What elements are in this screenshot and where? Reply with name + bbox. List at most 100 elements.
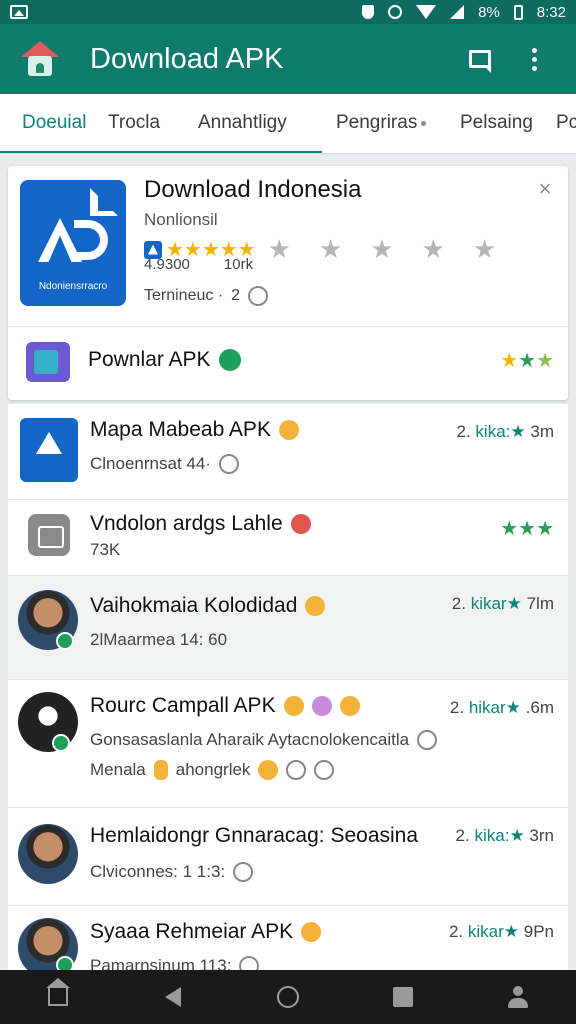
item-subtitle-2b: ahongrlek	[175, 760, 251, 779]
item-title: Mapa Mabeab APK	[90, 418, 271, 441]
item-meta: 2. kikar★ 9Pn	[448, 922, 554, 941]
item-title: Vaihokmaia Kolodidad	[90, 594, 298, 617]
message-button[interactable]	[458, 37, 502, 81]
promo-label: Pownlar APK	[88, 348, 211, 371]
item-subtitle-2: Menala	[90, 760, 146, 779]
more-vert-icon	[531, 47, 537, 71]
app-logo-icon[interactable]	[20, 39, 60, 79]
emoji-icon	[283, 696, 304, 716]
verified-icon	[52, 734, 70, 752]
tab-2[interactable]: Annahtligy	[198, 94, 287, 152]
info-icon	[417, 730, 438, 750]
emoji-icon	[339, 696, 360, 716]
item-meta: 2. hikar★ .6m	[449, 698, 554, 717]
featured-stats: 4.9300 10rk	[144, 256, 253, 273]
home-icon	[45, 978, 70, 1006]
clock: 8:32	[536, 3, 566, 21]
nav-back-button[interactable]	[151, 975, 195, 1019]
tab-indicator	[0, 151, 322, 153]
verified-icon	[56, 956, 74, 970]
list-item[interactable]: Mapa Mabeab APK Clnoenrnsat 44· 2. kika:…	[8, 404, 568, 500]
app-icon	[20, 418, 78, 482]
item-subtitle: Pamarnsinum 113:	[90, 956, 232, 970]
wifi-icon	[416, 5, 437, 19]
featured-title[interactable]: Download Indonesia	[144, 176, 362, 204]
promo-rating: ★★★	[500, 348, 554, 373]
tab-3[interactable]: Pengriras	[336, 94, 427, 152]
emoji-icon	[311, 696, 332, 716]
system-nav-bar	[0, 970, 576, 1024]
emoji-icon	[286, 760, 307, 780]
refresh-icon	[218, 349, 241, 371]
overflow-menu-button[interactable]	[512, 37, 556, 81]
clock-icon	[218, 454, 239, 474]
message-icon	[469, 50, 491, 73]
shield-icon	[362, 5, 375, 19]
item-meta: 2. kika:★ 3rn	[455, 826, 554, 845]
nav-recents-button[interactable]	[381, 975, 425, 1019]
list-item[interactable]: Rourc Campall APK Gonsasaslanla Aharaik …	[8, 680, 568, 808]
featured-size: 10rk	[223, 256, 254, 273]
star-icon: ★	[536, 350, 554, 372]
featured-app-logo[interactable]: Ndoniensrracro	[20, 180, 126, 306]
mute-icon	[388, 5, 403, 19]
battery-icon	[513, 4, 523, 20]
avatar	[18, 824, 78, 884]
status-bar: 8% 8:32	[0, 0, 576, 24]
tab-bar: Doeuial Trocla Annahtligy Pengriras Pels…	[0, 94, 576, 154]
verified-icon	[56, 632, 74, 650]
featured-meta-label: Ternineuc ·	[144, 287, 224, 304]
grey-stars: ★★★★★	[267, 234, 525, 264]
emoji-icon	[278, 420, 299, 440]
nav-profile-button[interactable]	[496, 975, 540, 1019]
square-icon	[393, 987, 414, 1007]
item-subtitle: Clviconnes: 1 1:3:	[90, 862, 226, 881]
app-bar: Download APK	[0, 24, 576, 94]
back-icon	[164, 987, 181, 1007]
item-title: Syaaa Rehmeiar APK	[90, 920, 294, 943]
nav-circle-button[interactable]	[266, 975, 310, 1019]
item-title: Hemlaidongr Gnnaracag: Seoasina	[90, 824, 419, 847]
app-title: Download APK	[90, 42, 284, 75]
emoji-icon	[258, 760, 279, 780]
clock-icon	[239, 956, 260, 970]
tab-5[interactable]: Pc	[556, 94, 576, 152]
emoji-icon	[301, 922, 322, 942]
featured-subtitle: Nonlionsil	[144, 210, 218, 229]
item-subtitle: Gonsasaslanla Aharaik Aytacnolokencaitla	[90, 730, 410, 749]
item-subtitle: Clnoenrnsat 44·	[90, 454, 211, 473]
emoji-icon	[305, 596, 326, 616]
list-item[interactable]: Syaaa Rehmeiar APK Pamarnsinum 113: 2. k…	[8, 906, 568, 970]
item-subtitle: 2lMaarmea 14: 60	[90, 630, 228, 649]
star-icon: ★	[518, 350, 537, 372]
item-meta: 2. kika:★ 3m	[456, 422, 555, 441]
nav-home-button[interactable]	[36, 975, 80, 1019]
list-item[interactable]: Vndolon ardgs Lahle 73K ★★★	[8, 500, 568, 576]
info-icon	[248, 286, 269, 306]
logo-caption: Ndoniensrracro	[38, 281, 108, 292]
image-notification-icon	[10, 5, 28, 19]
tab-4[interactable]: Pelsaing	[460, 94, 533, 152]
signal-icon	[450, 5, 465, 19]
promo-app-icon	[26, 342, 70, 382]
tab-dot-icon	[421, 120, 427, 126]
featured-downloads: 4.9300	[144, 256, 190, 273]
tab-3-label: Pengriras	[336, 112, 418, 133]
app-list: Mapa Mabeab APK Clnoenrnsat 44· 2. kika:…	[8, 404, 568, 970]
close-icon[interactable]: ×	[534, 178, 556, 200]
tab-0[interactable]: Doeuial	[22, 94, 86, 152]
item-rating: ★★★	[500, 518, 554, 540]
divider	[8, 326, 568, 327]
emoji-icon	[290, 514, 311, 534]
star-icon: ★	[500, 350, 519, 372]
tab-1[interactable]: Trocla	[108, 94, 160, 152]
item-title: Rourc Campall APK	[90, 694, 276, 717]
hand-icon	[153, 760, 168, 780]
promo-item[interactable]: Pownlar APK	[88, 348, 241, 372]
person-icon	[507, 986, 529, 1008]
list-item[interactable]: Hemlaidongr Gnnaracag: Seoasina Clviconn…	[8, 808, 568, 906]
featured-card[interactable]: Ndoniensrracro Download Indonesia Nonlio…	[8, 166, 568, 400]
item-subtitle: 73K	[90, 540, 121, 559]
list-item[interactable]: Vaihokmaia Kolodidad 2lMaarmea 14: 60 2.…	[8, 576, 568, 680]
featured-meta-num: 2	[231, 287, 241, 304]
